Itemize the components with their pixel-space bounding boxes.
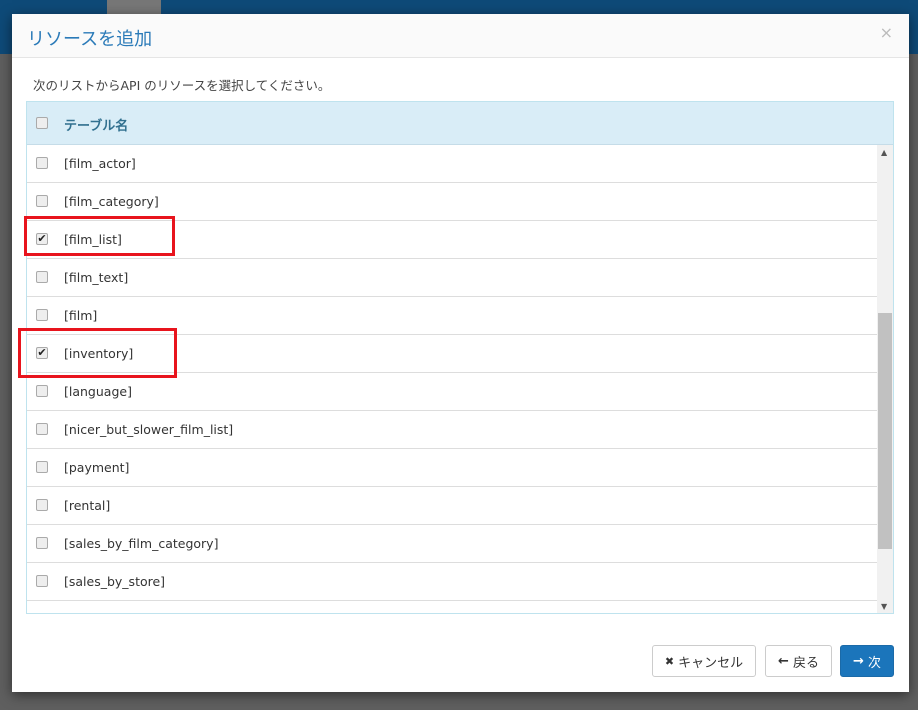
close-icon: ✖ xyxy=(664,654,675,668)
table-name: [sales_by_film_category] xyxy=(64,536,219,551)
table-row-partial[interactable] xyxy=(27,601,877,614)
row-checkbox[interactable] xyxy=(36,613,48,614)
table-row[interactable]: [film_text] xyxy=(27,259,877,297)
table-name: [film] xyxy=(64,308,98,323)
table-header: テーブル名 xyxy=(27,102,893,145)
row-checkbox[interactable] xyxy=(36,537,48,549)
cancel-button[interactable]: ✖ キャンセル xyxy=(652,645,756,677)
table-name: [rental] xyxy=(64,498,111,513)
table-row[interactable]: [sales_by_store] xyxy=(27,563,877,601)
row-checkbox[interactable] xyxy=(36,385,48,397)
table-row[interactable]: [nicer_but_slower_film_list] xyxy=(27,411,877,449)
table-name: [language] xyxy=(64,384,132,399)
modal-header: リソースを追加 × xyxy=(12,14,909,58)
modal-title: リソースを追加 xyxy=(27,29,153,50)
table-row[interactable]: [language] xyxy=(27,373,877,411)
row-checkbox[interactable] xyxy=(36,423,48,435)
scroll-up-arrow-icon[interactable]: ▲ xyxy=(881,148,887,157)
scrollbar-thumb[interactable] xyxy=(878,313,892,549)
row-checkbox[interactable] xyxy=(36,157,48,169)
highlight-inventory xyxy=(18,328,177,378)
table-row[interactable]: [sales_by_film_category] xyxy=(27,525,877,563)
scroll-down-arrow-icon[interactable]: ▼ xyxy=(881,602,887,611)
table-name: [nicer_but_slower_film_list] xyxy=(64,422,234,437)
row-checkbox[interactable] xyxy=(36,461,48,473)
table-row[interactable]: [rental] xyxy=(27,487,877,525)
row-checkbox[interactable] xyxy=(36,499,48,511)
column-header-table-name: テーブル名 xyxy=(64,119,129,134)
arrow-right-icon: → xyxy=(853,653,864,669)
table-row[interactable]: [payment] xyxy=(27,449,877,487)
table-name: [film_text] xyxy=(64,270,129,285)
modal-description: 次のリストからAPI のリソースを選択してください。 xyxy=(33,78,331,93)
scrollbar[interactable]: ▲ ▼ xyxy=(877,145,893,613)
next-button[interactable]: → 次 xyxy=(840,645,894,677)
row-checkbox[interactable] xyxy=(36,271,48,283)
select-all-checkbox[interactable] xyxy=(36,117,48,129)
table-name: [payment] xyxy=(64,460,130,475)
next-label: 次 xyxy=(867,655,881,671)
highlight-film-list xyxy=(24,216,175,256)
cancel-label: キャンセル xyxy=(678,655,744,671)
add-resource-modal: リソースを追加 × 次のリストからAPI のリソースを選択してください。 テーブ… xyxy=(12,14,909,692)
back-button[interactable]: ← 戻る xyxy=(765,645,832,677)
row-checkbox[interactable] xyxy=(36,309,48,321)
table-name: [film_actor] xyxy=(64,156,136,171)
table-row[interactable]: [film_actor] xyxy=(27,145,877,183)
arrow-left-icon: ← xyxy=(778,653,789,669)
close-icon[interactable]: × xyxy=(880,23,893,42)
table-name: [sales_by_store] xyxy=(64,574,166,589)
back-label: 戻る xyxy=(792,655,819,671)
row-checkbox[interactable] xyxy=(36,575,48,587)
table-name: [film_category] xyxy=(64,194,159,209)
row-checkbox[interactable] xyxy=(36,195,48,207)
topbar-tab xyxy=(107,0,161,14)
